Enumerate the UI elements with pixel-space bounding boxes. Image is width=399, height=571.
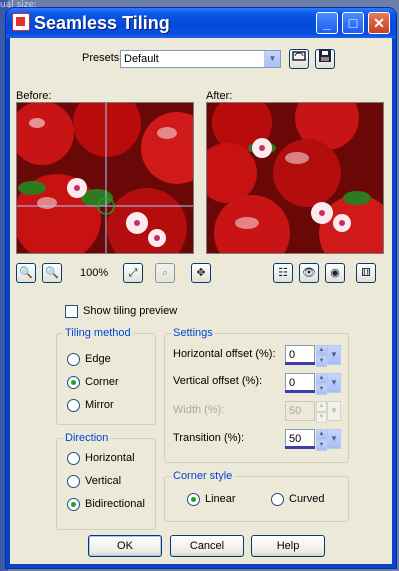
auto-proof-button[interactable]: ☷ [273, 263, 293, 283]
spin-down-icon[interactable]: ▼ [316, 440, 327, 451]
settings-group: Settings Horizontal offset (%): 0 ▲ ▼ ▼ V… [164, 327, 349, 463]
spin-up-icon[interactable]: ▲ [316, 373, 327, 384]
radio-linear[interactable] [187, 493, 200, 506]
zoom-in-icon: 🔍 [45, 267, 59, 279]
list-icon: ☷ [278, 267, 288, 279]
zoom-fit-icon: ⌕ [161, 267, 169, 279]
randomize-preset-button[interactable] [289, 49, 309, 69]
zoom-out-button[interactable]: 🔍 [16, 263, 36, 283]
radio-vertical[interactable] [67, 475, 80, 488]
spin-down-icon[interactable]: ▼ [316, 384, 327, 395]
spin-up-icon: ▲ [316, 401, 327, 412]
spin-up-icon[interactable]: ▲ [316, 345, 327, 356]
direction-title: Direction [63, 432, 111, 444]
chevron-down-icon[interactable]: ▼ [327, 373, 341, 393]
width-spinner: 50 ▲ ▼ ▼ [285, 401, 341, 423]
radio-edge[interactable] [67, 353, 80, 366]
vertical-offset-label: Vertical offset (%): [173, 375, 263, 387]
navigate-button[interactable]: ✥ [191, 263, 211, 283]
edge-label[interactable]: Edge [85, 353, 111, 365]
curved-label[interactable]: Curved [289, 493, 324, 505]
move-icon: ✥ [196, 267, 206, 279]
show-tiling-preview-label[interactable]: Show tiling preview [83, 305, 177, 317]
chevron-down-icon: ▼ [327, 401, 341, 421]
before-label: Before: [16, 90, 52, 102]
transition-label: Transition (%): [173, 432, 245, 444]
horizontal-offset-spinner[interactable]: 0 ▲ ▼ ▼ [285, 345, 341, 367]
radio-curved[interactable] [271, 493, 284, 506]
chevron-down-icon[interactable]: ▼ [327, 345, 341, 365]
presets-dropdown[interactable]: Default ▼ [120, 50, 281, 68]
after-preview-image [206, 102, 384, 254]
cancel-button[interactable]: Cancel [170, 535, 244, 557]
close-button[interactable]: ✕ [368, 12, 390, 34]
corner-label[interactable]: Corner [85, 376, 119, 388]
chevron-down-icon[interactable]: ▼ [327, 429, 341, 449]
horizontal-label[interactable]: Horizontal [85, 452, 135, 464]
chevron-down-icon: ▼ [264, 51, 280, 67]
width-value: 50 [289, 405, 302, 417]
spin-down-icon[interactable]: ▼ [316, 356, 327, 367]
horizontal-offset-value[interactable]: 0 [289, 349, 295, 361]
corner-style-group: Corner style Linear Curved [164, 470, 349, 522]
after-label: After: [206, 90, 233, 102]
eye-icon: ◉ [330, 267, 340, 279]
zoom-in-button[interactable]: 🔍 [42, 263, 62, 283]
apples-image-before [17, 103, 193, 253]
save-preset-button[interactable] [315, 49, 335, 69]
randomize-button[interactable]: ⚅ [356, 263, 376, 283]
vertical-offset-value[interactable]: 0 [289, 377, 295, 389]
zoom-to-fit-button: ⌕ [155, 263, 175, 283]
preview-on-image-button[interactable]: ◉ [325, 263, 345, 283]
spin-down-icon: ▼ [316, 412, 327, 423]
presets-value: Default [124, 53, 159, 65]
vertical-label[interactable]: Vertical [85, 475, 121, 487]
zoom-level: 100% [80, 267, 109, 279]
direction-group: Direction Horizontal Vertical Bidirectio… [56, 432, 156, 530]
show-tiling-preview-checkbox[interactable] [65, 305, 78, 318]
presets-label: Presets: [82, 52, 123, 64]
tiling-method-title: Tiling method [63, 327, 133, 339]
spin-up-icon[interactable]: ▲ [316, 429, 327, 440]
transition-spinner[interactable]: 50 ▲ ▼ ▼ [285, 429, 341, 451]
mirror-label[interactable]: Mirror [85, 399, 114, 411]
linear-label[interactable]: Linear [205, 493, 236, 505]
apples-image-after [207, 103, 383, 253]
width-label: Width (%): [173, 404, 225, 416]
dialog-client: Presets: Default ▼ Before: After: 🔍 🔍 10… [10, 38, 392, 564]
bidirectional-label[interactable]: Bidirectional [85, 498, 145, 510]
proof-preview-button[interactable]: 👁 [299, 263, 319, 283]
minimize-button[interactable]: _ [316, 12, 338, 34]
radio-mirror[interactable] [67, 399, 80, 412]
transition-value[interactable]: 50 [289, 433, 301, 445]
vertical-offset-spinner[interactable]: 0 ▲ ▼ ▼ [285, 373, 341, 395]
title-bar[interactable]: Seamless Tiling _ □ ✕ [6, 8, 396, 38]
zoom-out-icon: 🔍 [19, 267, 33, 279]
horizontal-offset-label: Horizontal offset (%): [173, 348, 276, 360]
maximize-button[interactable]: □ [342, 12, 364, 34]
help-button[interactable]: Help [251, 535, 325, 557]
dice-icon: ⚅ [361, 267, 371, 279]
settings-title: Settings [171, 327, 215, 339]
window-title: Seamless Tiling [34, 13, 170, 33]
floppy-disk-icon [319, 50, 331, 62]
proof-button[interactable]: ⤢ [123, 263, 143, 283]
resize-icon: ⤢ [128, 267, 138, 279]
ok-button[interactable]: OK [88, 535, 162, 557]
radio-corner[interactable] [67, 376, 80, 389]
eye-icon: 👁 [302, 267, 316, 279]
corner-style-title: Corner style [171, 470, 235, 482]
app-icon [12, 13, 30, 31]
radio-bidirectional[interactable] [67, 498, 80, 511]
tiling-method-group: Tiling method Edge Corner Mirror [56, 327, 156, 425]
film-icon [292, 51, 306, 61]
radio-horizontal[interactable] [67, 452, 80, 465]
before-preview-image[interactable] [16, 102, 194, 254]
dialog-window: Seamless Tiling _ □ ✕ Presets: Default ▼… [6, 8, 396, 568]
